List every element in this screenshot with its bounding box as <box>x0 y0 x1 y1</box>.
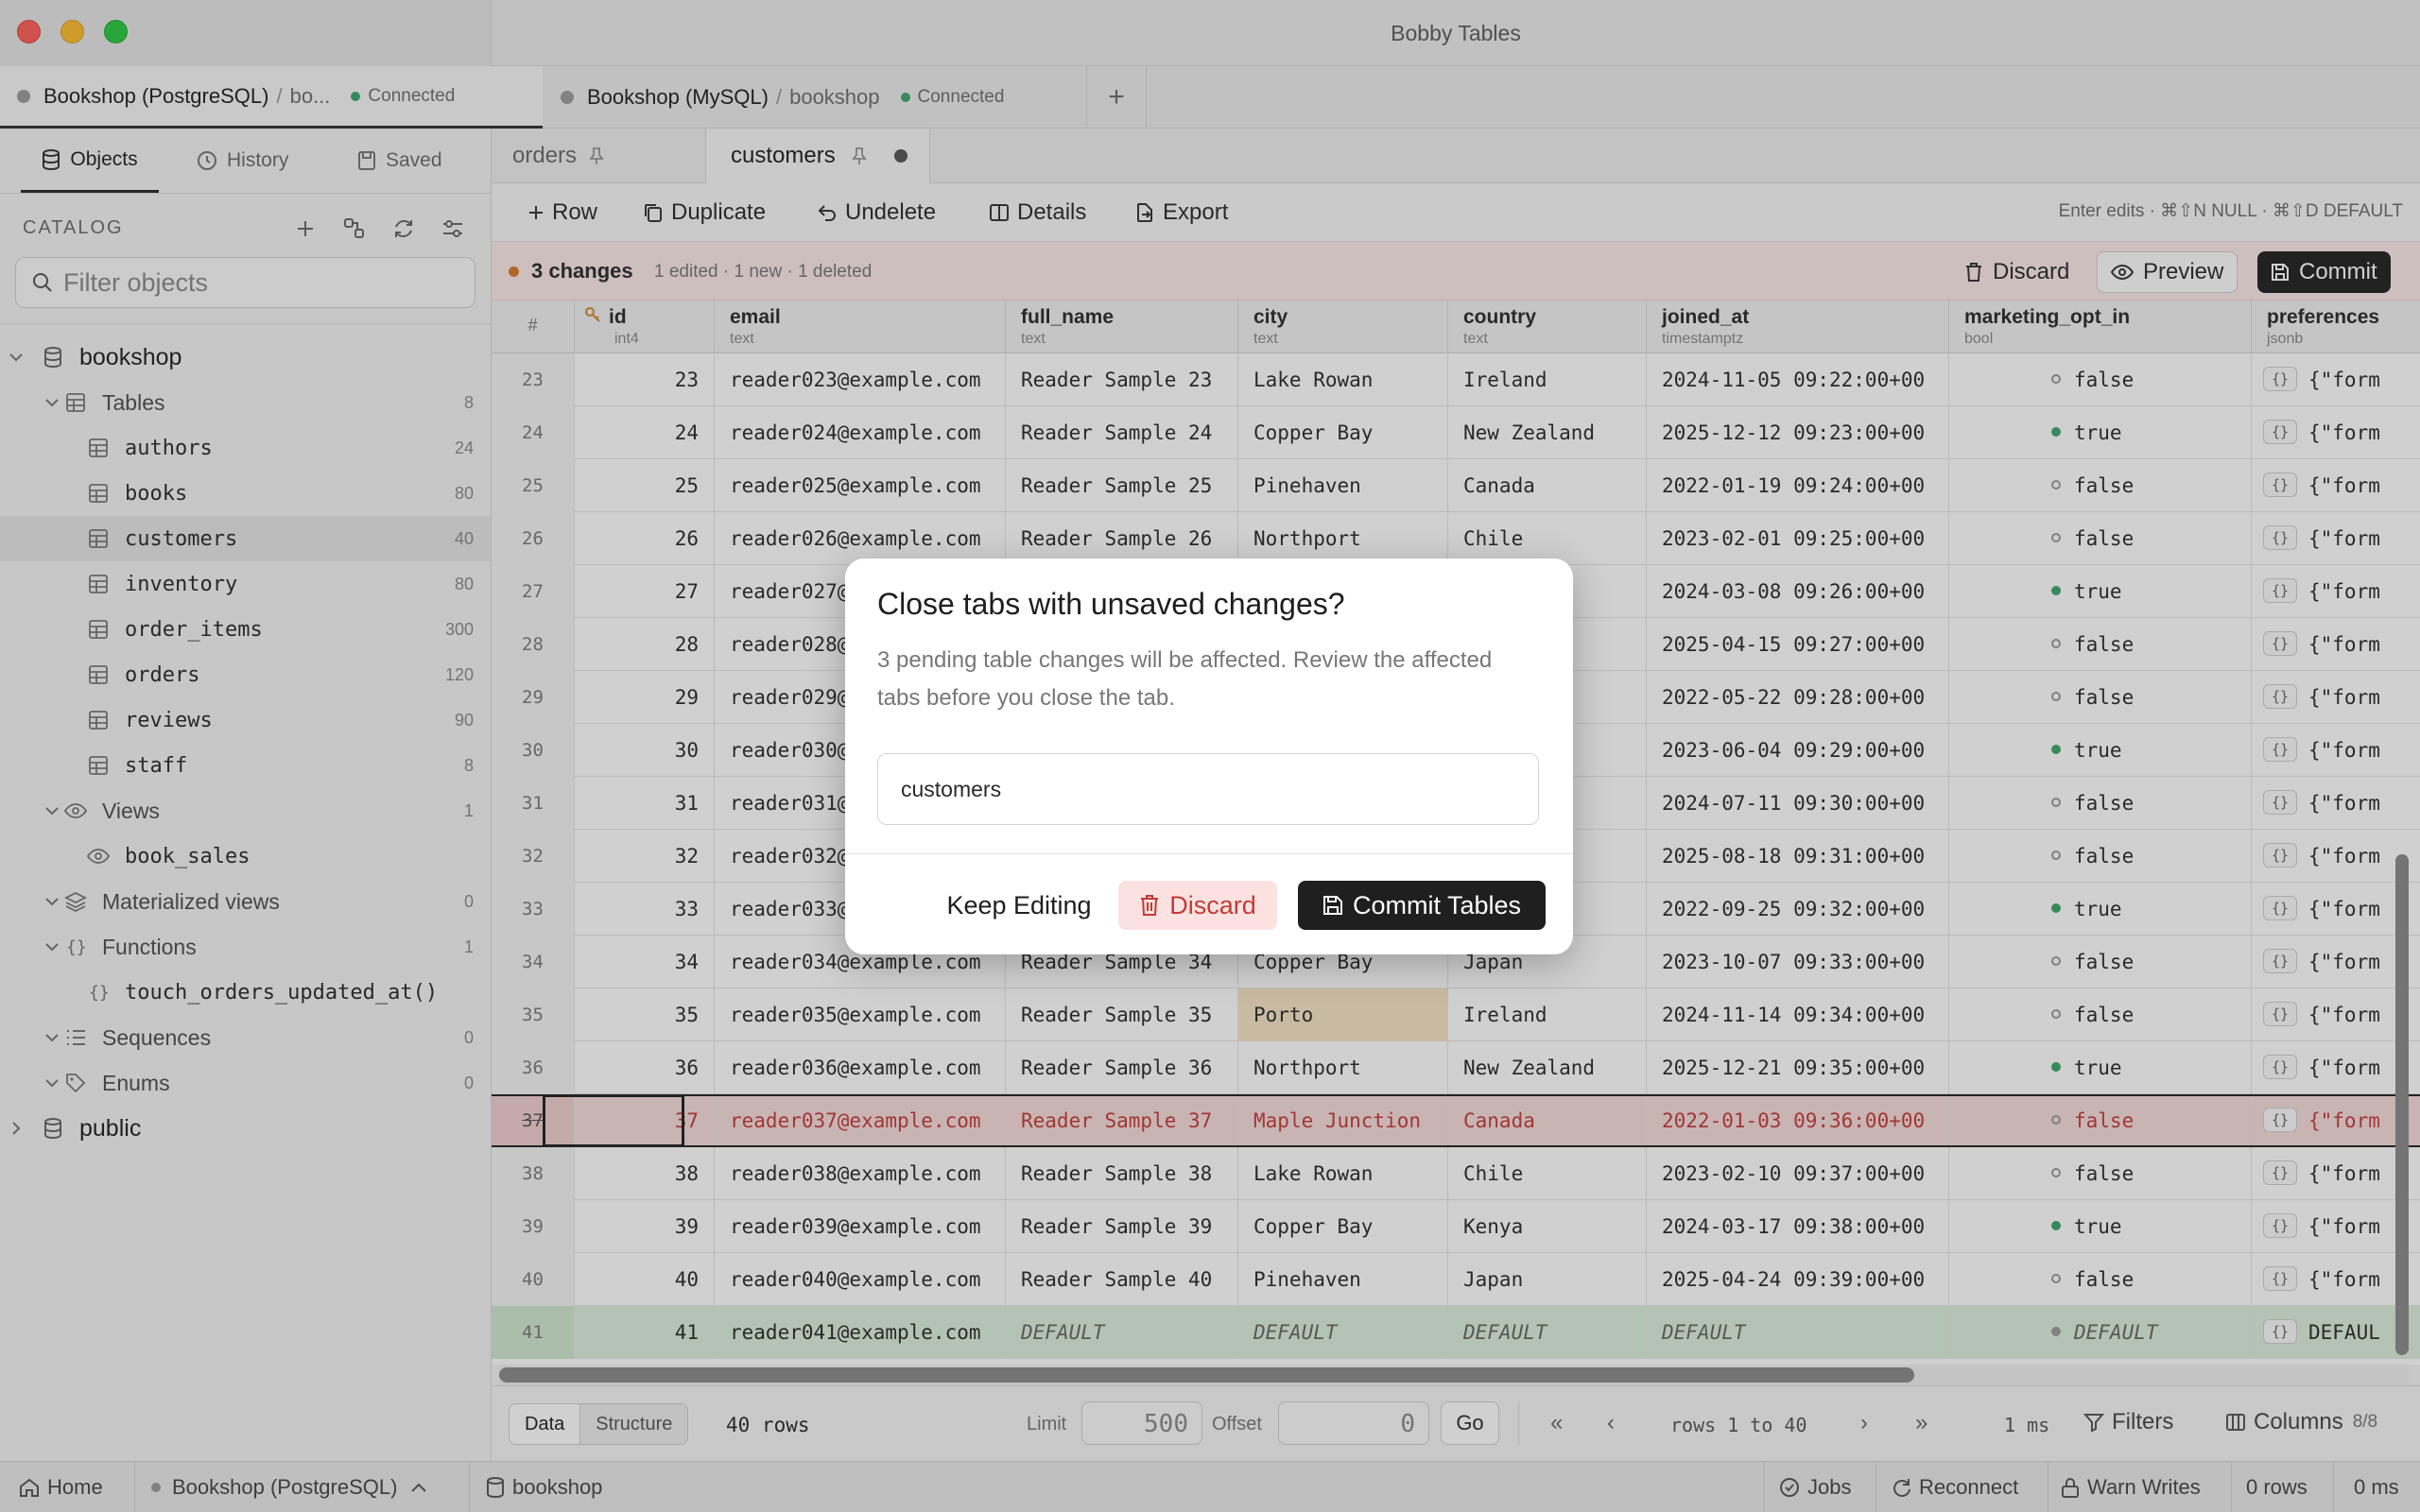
affected-tab-item: customers <box>877 753 1539 825</box>
trash-icon <box>1141 895 1159 916</box>
discard-button[interactable]: Discard <box>1118 881 1277 930</box>
dialog-message: 3 pending table changes will be affected… <box>877 647 1493 711</box>
unsaved-changes-dialog: Close tabs with unsaved changes? 3 pendi… <box>845 558 1573 954</box>
divider <box>845 853 1573 854</box>
keep-editing-button[interactable]: Keep Editing <box>925 881 1114 930</box>
dialog-title: Close tabs with unsaved changes? <box>877 587 1345 621</box>
save-icon <box>1322 896 1342 915</box>
commit-tables-button[interactable]: Commit Tables <box>1298 881 1546 930</box>
button-label: Discard <box>1169 890 1256 919</box>
button-label: Commit Tables <box>1352 890 1522 919</box>
